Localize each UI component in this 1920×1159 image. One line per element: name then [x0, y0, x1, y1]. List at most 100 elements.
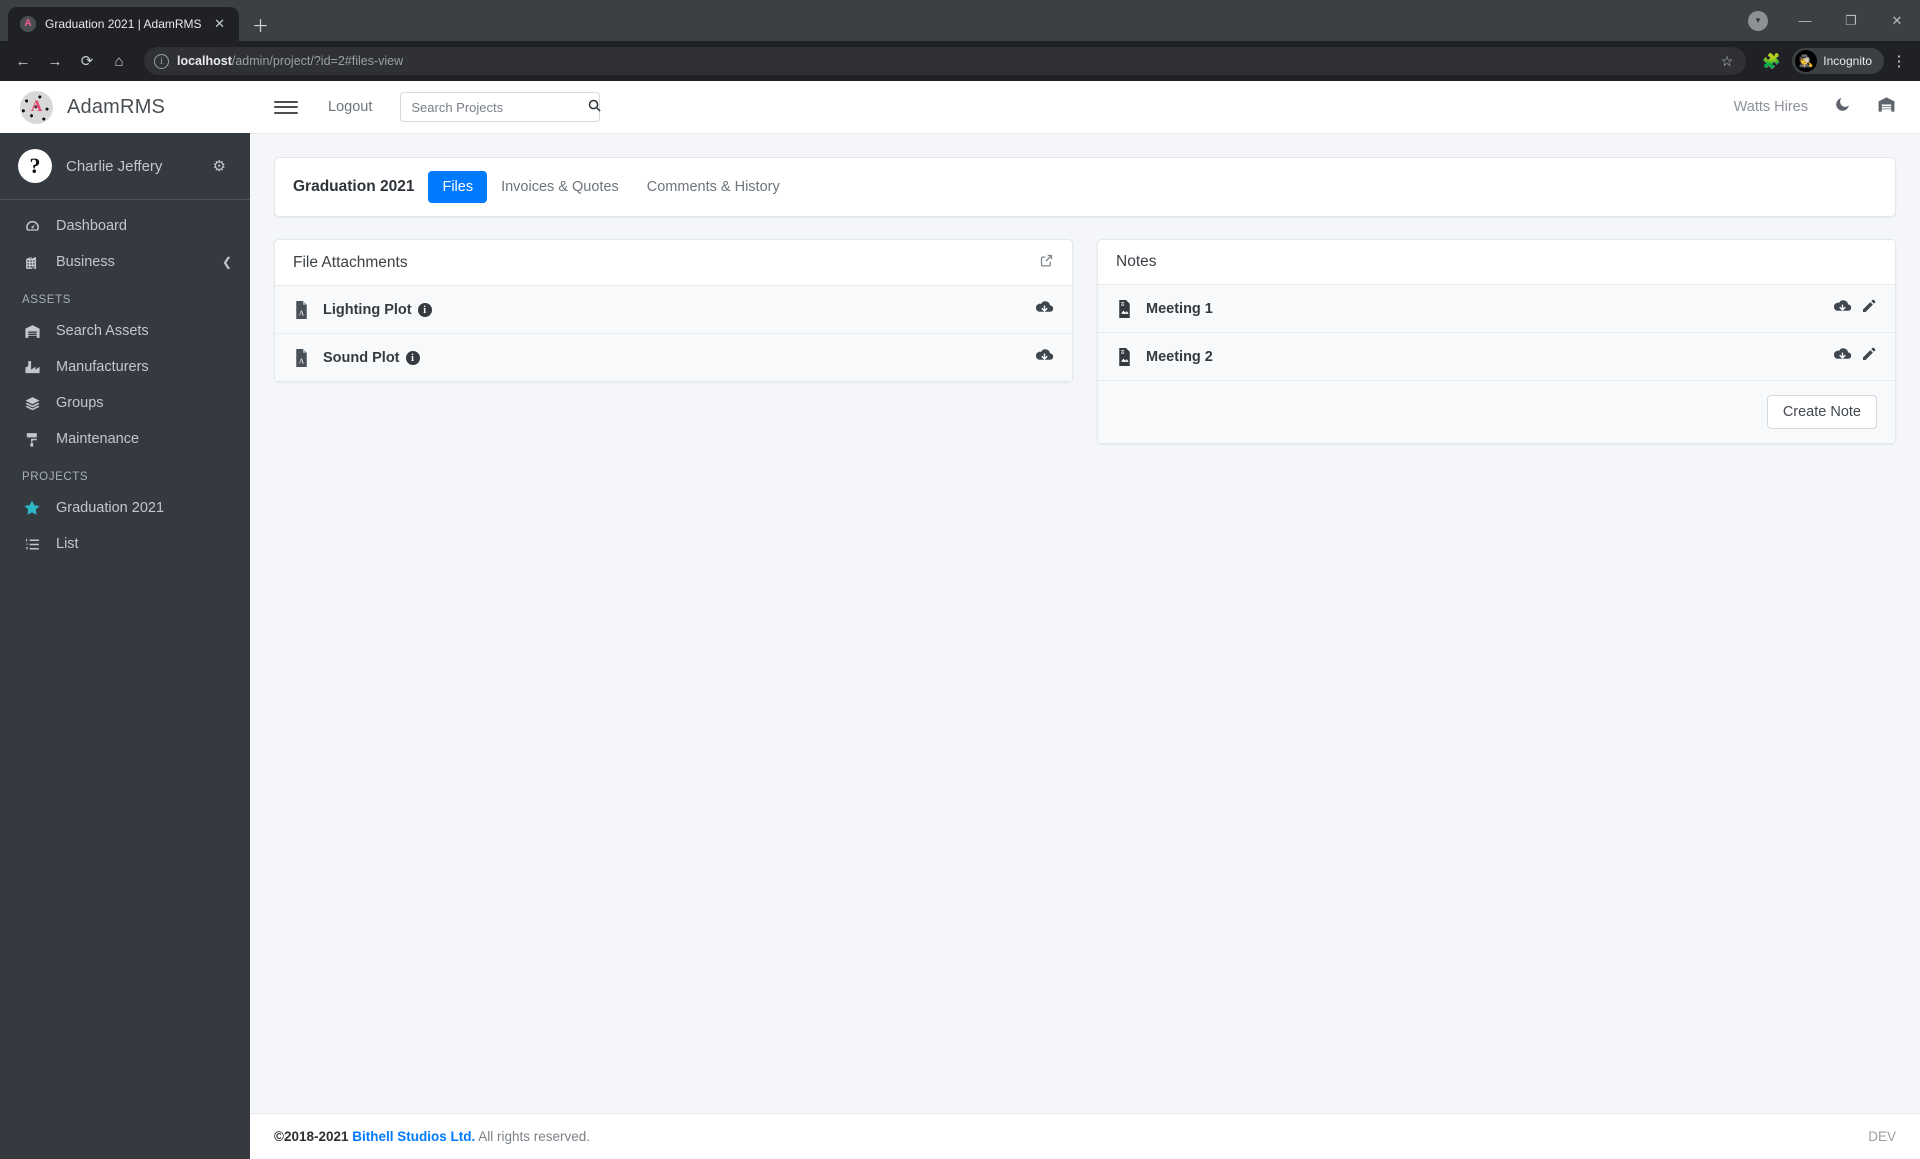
- sidebar-item-label: Maintenance: [56, 431, 140, 447]
- maximize-icon[interactable]: ❐: [1828, 0, 1874, 41]
- url-path: /admin/project/?id=2#files-view: [231, 54, 404, 68]
- address-bar[interactable]: i localhost/admin/project/?id=2#files-vi…: [144, 47, 1747, 75]
- card-title: File Attachments: [293, 253, 408, 271]
- search-input[interactable]: [411, 99, 588, 115]
- download-icon[interactable]: [1035, 347, 1054, 368]
- reload-icon[interactable]: ⟳: [72, 46, 102, 76]
- search-icon[interactable]: [587, 98, 602, 116]
- incognito-icon: 🕵: [1795, 50, 1818, 72]
- download-icon[interactable]: [1035, 299, 1054, 320]
- create-note-button[interactable]: Create Note: [1766, 395, 1877, 429]
- browser-tab[interactable]: A Graduation 2021 | AdamRMS ✕: [8, 7, 239, 41]
- tab-comments-history[interactable]: Comments & History: [633, 171, 794, 203]
- browser-menu-icon[interactable]: ⋮: [1886, 52, 1912, 70]
- sidebar-item-manufacturers[interactable]: Manufacturers: [0, 349, 250, 385]
- download-icon[interactable]: [1833, 298, 1852, 319]
- sidebar-section-projects: PROJECTS: [22, 471, 89, 483]
- favicon-icon: A: [20, 16, 36, 32]
- menu-toggle-icon[interactable]: [272, 93, 300, 121]
- forward-icon[interactable]: →: [40, 46, 70, 76]
- adamrms-logo-icon: A: [20, 90, 53, 124]
- url-host: localhost: [177, 54, 232, 68]
- row-actions: [1833, 346, 1877, 367]
- env-badge: DEV: [1868, 1129, 1896, 1144]
- info-icon[interactable]: i: [405, 351, 420, 365]
- page-title: Graduation 2021: [293, 178, 415, 195]
- info-icon[interactable]: i: [417, 303, 432, 317]
- download-icon[interactable]: [1833, 346, 1852, 367]
- sidebar-item-search-assets[interactable]: Search Assets: [0, 313, 250, 349]
- warehouse-icon[interactable]: [1877, 95, 1896, 119]
- site-info-icon[interactable]: i: [154, 53, 169, 69]
- chevron-down-icon[interactable]: ▾: [1748, 10, 1768, 31]
- incognito-indicator[interactable]: 🕵 Incognito: [1792, 48, 1884, 74]
- card-title: Notes: [1116, 253, 1157, 270]
- content-area: Graduation 2021 Files Invoices & Quotes …: [250, 133, 1920, 1113]
- table-row[interactable]: A Lighting Plot i: [275, 286, 1072, 334]
- tab-files[interactable]: Files: [428, 171, 488, 203]
- tab-title: Graduation 2021 | AdamRMS: [45, 17, 202, 31]
- table-row[interactable]: Meeting 2: [1098, 333, 1895, 381]
- table-row[interactable]: Meeting 1: [1098, 285, 1895, 333]
- brand[interactable]: A AdamRMS: [0, 81, 250, 133]
- list-ol-icon: [22, 536, 42, 553]
- close-icon[interactable]: ✕: [211, 15, 229, 33]
- sidebar-item-list[interactable]: List: [0, 526, 250, 562]
- edit-pencil-icon[interactable]: [1861, 346, 1877, 367]
- search-projects-box[interactable]: [400, 92, 602, 122]
- incognito-label: Incognito: [1823, 54, 1872, 68]
- sidebar-item-maintenance[interactable]: Maintenance: [0, 421, 250, 457]
- edit-pencil-icon[interactable]: [1861, 298, 1877, 319]
- tab-invoices-quotes[interactable]: Invoices & Quotes: [487, 171, 633, 203]
- chevron-left-icon[interactable]: ❮: [222, 255, 232, 269]
- extensions-icon[interactable]: 🧩: [1756, 46, 1786, 76]
- file-name: Sound Plot i: [323, 350, 420, 366]
- sidebar-item-label: Search Assets: [56, 323, 149, 339]
- document-file-icon: [1116, 299, 1133, 318]
- browser-window: A Graduation 2021 | AdamRMS ✕ ＋ ▾ — ❐ ✕ …: [0, 0, 1920, 1159]
- window-close-icon[interactable]: ✕: [1874, 0, 1920, 41]
- url-text: localhost/admin/project/?id=2#files-view: [177, 54, 1713, 68]
- file-attachments-header: File Attachments: [275, 240, 1072, 286]
- building-icon: [22, 254, 42, 271]
- footer-copyright: ©2018-2021 Bithell Studios Ltd. All righ…: [274, 1129, 591, 1144]
- paint-roller-icon: [22, 431, 42, 448]
- project-tabbar: Graduation 2021 Files Invoices & Quotes …: [274, 157, 1896, 217]
- sidebar-item-business[interactable]: Business ❮: [0, 244, 250, 280]
- star-icon: [22, 499, 42, 517]
- page-footer: ©2018-2021 Bithell Studios Ltd. All righ…: [250, 1113, 1920, 1159]
- dark-mode-icon[interactable]: [1834, 96, 1851, 118]
- home-icon[interactable]: ⌂: [104, 46, 134, 76]
- svg-text:A: A: [299, 356, 305, 365]
- external-link-icon[interactable]: [1039, 253, 1054, 272]
- bookmark-star-icon[interactable]: ☆: [1721, 53, 1737, 70]
- logout-link[interactable]: Logout: [328, 99, 372, 115]
- files-column: File Attachments A Lighting Plot i A Sou…: [274, 239, 1073, 382]
- sidebar-item-dashboard[interactable]: Dashboard: [0, 208, 250, 244]
- note-name: Meeting 2: [1146, 348, 1213, 365]
- gear-icon[interactable]: ⚙: [213, 157, 230, 175]
- app-header-right: Watts Hires: [1734, 95, 1896, 119]
- sidebar-item-label: Business: [56, 254, 115, 270]
- sidebar-item-label: Graduation 2021: [56, 500, 165, 516]
- main-area: Logout Watts Hires: [250, 81, 1920, 1159]
- app-header: Logout Watts Hires: [250, 81, 1920, 133]
- layers-icon: [22, 395, 42, 412]
- table-row[interactable]: A Sound Plot i: [275, 334, 1072, 381]
- sidebar-item-label: Groups: [56, 395, 104, 411]
- user-name[interactable]: Charlie Jeffery: [66, 158, 199, 175]
- minimize-icon[interactable]: —: [1782, 0, 1828, 41]
- sidebar: A AdamRMS ? Charlie Jeffery ⚙ Dashboard: [0, 81, 250, 1159]
- notes-card: Notes Meeting 1 Meeting 2 Create Note: [1097, 239, 1896, 444]
- new-tab-icon[interactable]: ＋: [247, 10, 275, 38]
- notes-footer: Create Note: [1098, 381, 1895, 443]
- back-icon[interactable]: ←: [8, 46, 38, 76]
- sidebar-item-graduation-2021[interactable]: Graduation 2021: [0, 490, 250, 526]
- factory-icon: [22, 359, 42, 376]
- company-name[interactable]: Watts Hires: [1734, 99, 1808, 115]
- sidebar-item-groups[interactable]: Groups: [0, 385, 250, 421]
- page-body: A AdamRMS ? Charlie Jeffery ⚙ Dashboard: [0, 81, 1920, 1159]
- bithell-studios-link[interactable]: Bithell Studios Ltd.: [352, 1129, 475, 1144]
- warehouse-icon: [22, 323, 42, 340]
- notes-header: Notes: [1098, 240, 1895, 285]
